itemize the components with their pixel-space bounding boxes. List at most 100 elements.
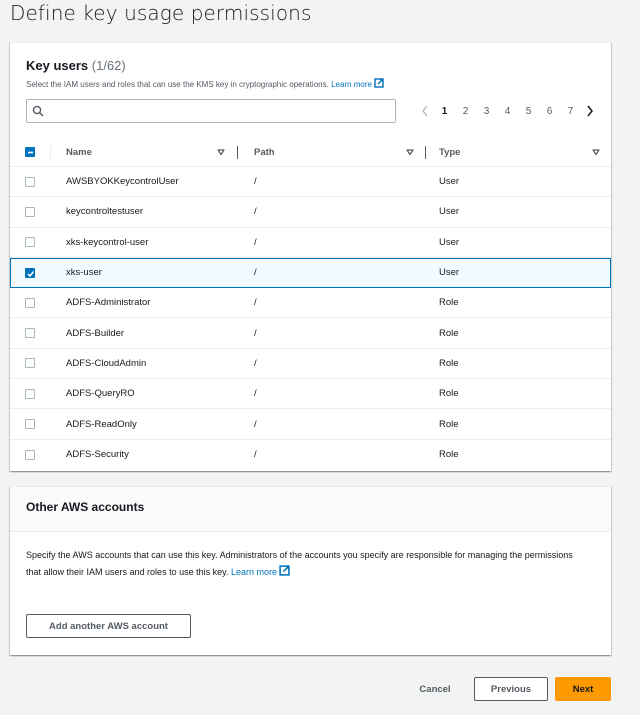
cell-name: ADFS-ReadOnly [66, 409, 137, 438]
user-path: / [254, 327, 257, 339]
row-checkbox[interactable] [25, 328, 35, 339]
cell-name: ADFS-CloudAdmin [66, 349, 146, 378]
other-accounts-learn-more-link[interactable]: Learn more [231, 565, 290, 577]
row-checkbox[interactable] [25, 297, 35, 308]
column-header-path[interactable]: Path [254, 138, 275, 167]
column-divider[interactable] [237, 146, 238, 159]
cell-type: Role [439, 409, 459, 438]
key-users-count: (1/62) [91, 58, 126, 73]
key-users-table: Name Path Type AWSBYOKKeycontrolUser / Use… [10, 138, 611, 470]
search-input[interactable] [49, 102, 389, 120]
cell-path: / [254, 288, 257, 317]
user-path: / [254, 176, 257, 188]
chevron-right-icon [587, 105, 593, 117]
search-icon [32, 105, 44, 117]
cell-type: Role [439, 379, 459, 408]
table-row[interactable]: ADFS-QueryRO / Role [10, 379, 611, 410]
page-1-button[interactable]: 1 [434, 106, 455, 117]
page-3-button[interactable]: 3 [476, 106, 497, 117]
key-users-learn-more-link[interactable]: Learn more [331, 78, 384, 90]
next-button[interactable]: Next [555, 677, 611, 701]
user-name: ADFS-Security [66, 449, 129, 461]
table-row[interactable]: xks-keycontrol-user / User [10, 228, 611, 258]
user-name: keycontroltestuser [66, 206, 144, 218]
page-6-button[interactable]: 6 [539, 106, 560, 117]
previous-button[interactable]: Previous [474, 677, 548, 701]
user-name: ADFS-CloudAdmin [66, 357, 147, 369]
cell-name: ADFS-Security [66, 440, 129, 470]
previous-page-button[interactable] [416, 105, 434, 117]
table-row[interactable]: ADFS-ReadOnly / Role [10, 409, 611, 440]
cell-path: / [254, 197, 257, 226]
user-type: User [439, 176, 460, 188]
cell-name: AWSBYOKKeycontrolUser [66, 167, 179, 196]
user-type: Role [439, 297, 459, 309]
cell-name: keycontroltestuser [66, 197, 143, 226]
cell-name: ADFS-QueryRO [66, 379, 135, 408]
next-page-button[interactable] [581, 105, 599, 117]
cell-path: / [254, 258, 257, 287]
user-path: / [254, 206, 257, 218]
cell-name: ADFS-Administrator [66, 288, 150, 317]
row-checkbox[interactable] [25, 237, 35, 248]
page-4-button[interactable]: 4 [497, 106, 518, 117]
user-path: / [254, 357, 257, 369]
page-5-button[interactable]: 5 [518, 106, 539, 117]
table-row[interactable]: AWSBYOKKeycontrolUser / User [10, 167, 611, 198]
user-type: Role [439, 327, 459, 339]
user-path: / [254, 449, 257, 461]
pagination: 1 2 3 4 5 6 7 [416, 102, 599, 120]
cell-type: Role [439, 318, 459, 347]
cell-name: xks-user [66, 258, 102, 287]
add-aws-account-button[interactable]: Add another AWS account [26, 614, 191, 638]
user-type: User [439, 206, 460, 218]
other-accounts-title: Other AWS accounts [26, 500, 145, 514]
row-checkbox[interactable] [25, 358, 35, 369]
user-path: / [254, 418, 257, 430]
other-accounts-header: Other AWS accounts [10, 487, 611, 532]
column-header-name[interactable]: Name [66, 138, 92, 167]
row-checkbox[interactable] [25, 419, 35, 430]
cancel-button[interactable]: Cancel [410, 677, 460, 701]
column-divider [50, 146, 51, 159]
user-name: xks-user [66, 267, 102, 279]
cell-path: / [254, 228, 257, 257]
external-link-icon [374, 78, 384, 90]
page-7-button[interactable]: 7 [560, 106, 581, 117]
user-path: / [254, 388, 257, 400]
row-checkbox[interactable] [25, 267, 35, 278]
column-divider[interactable] [425, 146, 426, 159]
user-name: AWSBYOKKeycontrolUser [66, 176, 179, 188]
table-body: AWSBYOKKeycontrolUser / User keycontroltest… [10, 167, 611, 470]
search-field[interactable] [26, 99, 396, 123]
row-checkbox[interactable] [25, 388, 35, 399]
page-2-button[interactable]: 2 [455, 106, 476, 117]
cell-type: Role [439, 440, 459, 470]
table-row[interactable]: ADFS-Builder / Role [10, 318, 611, 349]
user-name: ADFS-ReadOnly [66, 418, 137, 430]
caret-down-icon[interactable] [406, 149, 414, 156]
cell-type: User [439, 258, 459, 287]
column-path-label: Path [254, 147, 275, 158]
row-checkbox[interactable] [25, 176, 35, 187]
select-all-checkbox[interactable] [25, 147, 35, 157]
other-accounts-panel: Other AWS accounts Specify the AWS accou… [10, 486, 611, 655]
caret-down-icon[interactable] [592, 149, 600, 156]
table-row[interactable]: keycontroltestuser / User [10, 197, 611, 228]
table-row[interactable]: ADFS-Security / Role [10, 440, 611, 470]
key-users-title: Key users [26, 58, 89, 73]
table-row[interactable]: ADFS-CloudAdmin / Role [10, 349, 611, 380]
row-checkbox[interactable] [25, 449, 35, 460]
caret-down-icon[interactable] [217, 149, 225, 156]
row-checkbox[interactable] [25, 206, 35, 217]
user-type: User [439, 267, 460, 279]
table-header-row: Name Path Type [10, 138, 611, 167]
cell-path: / [254, 167, 257, 196]
user-name: ADFS-Builder [66, 327, 125, 339]
column-header-type[interactable]: Type [439, 138, 460, 167]
user-path: / [254, 267, 257, 279]
cell-path: / [254, 318, 257, 347]
table-row[interactable]: xks-user / User [10, 257, 611, 289]
table-row[interactable]: ADFS-Administrator / Role [10, 288, 611, 319]
key-users-panel: Key users (1/62) Select the IAM users an… [10, 42, 611, 471]
